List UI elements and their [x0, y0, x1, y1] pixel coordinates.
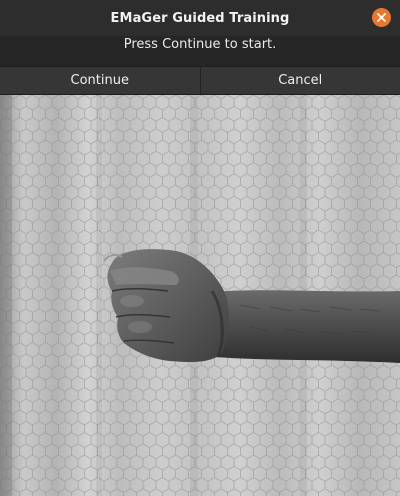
message-area: Press Continue to start.: [0, 36, 400, 66]
continue-button[interactable]: Continue: [0, 67, 200, 94]
button-row: Continue Cancel: [0, 66, 400, 95]
gesture-image: [0, 95, 400, 496]
hand-closed-fist-photo: [0, 95, 400, 496]
dialog-window: EMaGer Guided Training Press Continue to…: [0, 0, 400, 496]
instruction-text: Press Continue to start.: [123, 37, 277, 52]
title-bar[interactable]: EMaGer Guided Training: [0, 0, 400, 36]
close-icon: [377, 13, 386, 22]
cancel-button[interactable]: Cancel: [199, 67, 400, 94]
close-button[interactable]: [372, 8, 391, 27]
window-title: EMaGer Guided Training: [110, 10, 290, 26]
